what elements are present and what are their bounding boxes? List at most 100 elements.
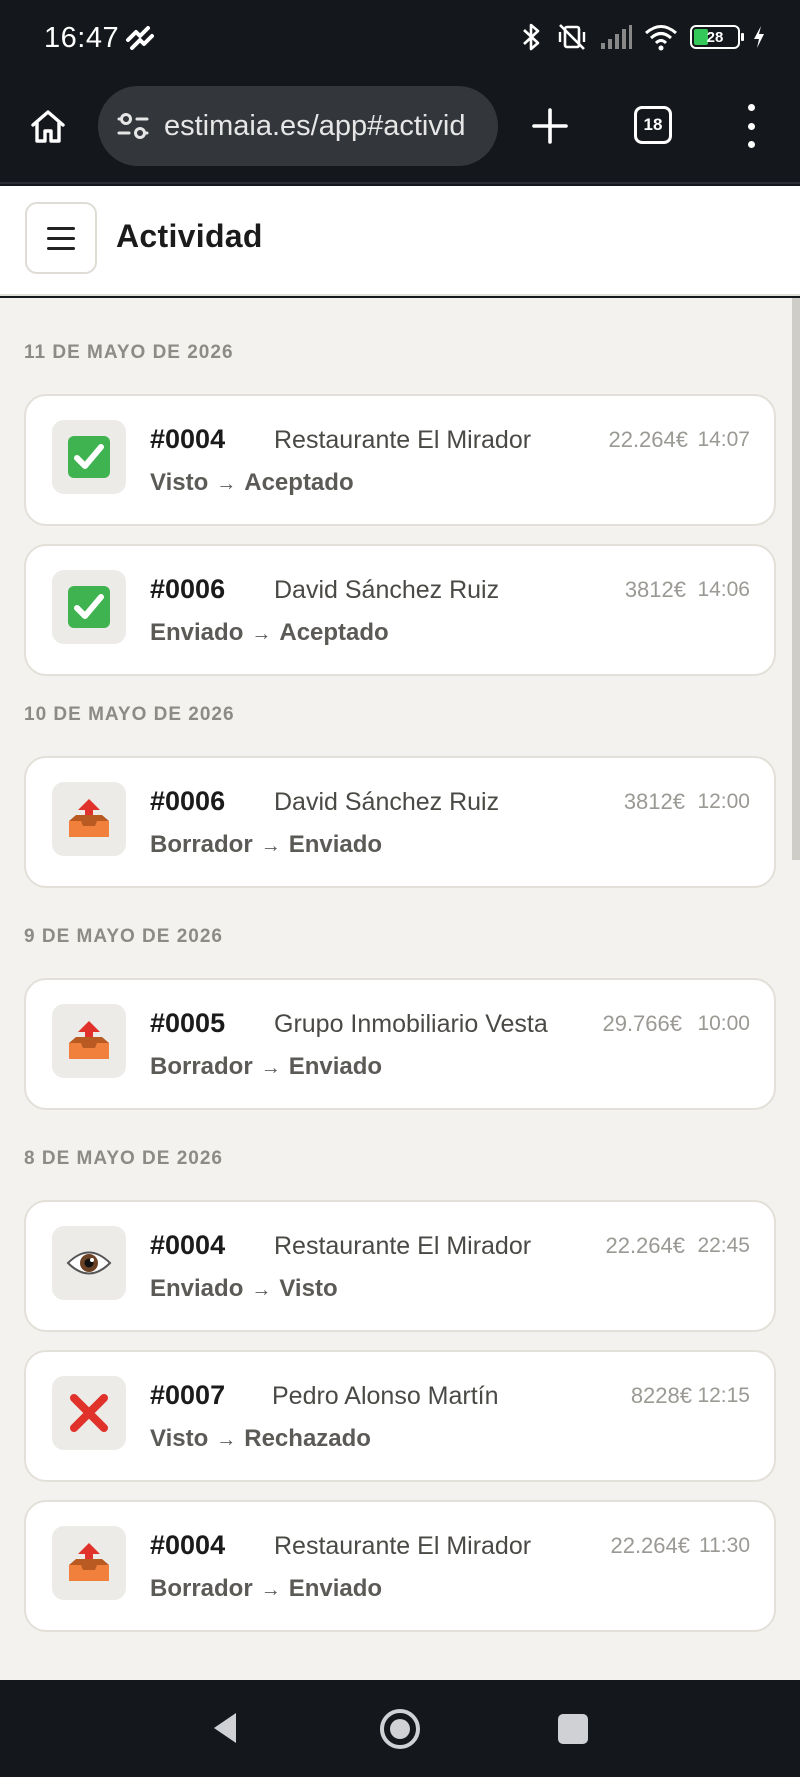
activity-time: 11:30 <box>699 1534 750 1557</box>
status-bar: 16:47 28 <box>0 0 800 80</box>
arrow-icon: → <box>216 1429 237 1451</box>
check-mark-icon <box>52 420 126 494</box>
status-to: Rechazado <box>244 1425 371 1452</box>
arrow-icon: → <box>251 623 272 645</box>
activity-card[interactable]: #0005 Grupo Inmobiliario Vesta 29.766€ 10:0… <box>24 978 776 1110</box>
browser-toolbar: estimaia.es/app#activid 18 <box>0 80 800 184</box>
estimate-number: #0005 <box>150 1008 226 1038</box>
home-nav-icon[interactable] <box>379 1708 421 1750</box>
activity-time: 14:07 <box>697 428 750 451</box>
client-name: David Sánchez Ruiz <box>274 788 500 816</box>
status-to: Aceptado <box>244 469 354 496</box>
status-to: Enviado <box>288 1053 383 1080</box>
arrow-icon: → <box>260 1579 281 1601</box>
arrow-icon: → <box>260 835 281 857</box>
status-transition: Visto → Rechazado <box>150 1425 371 1453</box>
outbox-tray-icon <box>52 1004 126 1078</box>
activity-card[interactable]: #0004 Restaurante El Mirador 22.264€ 14:07 V… <box>24 394 776 526</box>
status-from: Borrador <box>150 1053 253 1080</box>
recent-apps-icon[interactable] <box>558 1714 588 1744</box>
battery-level: 28 <box>706 28 724 46</box>
estimate-number: #0007 <box>150 1380 226 1410</box>
activity-card[interactable]: #0004 Restaurante El Mirador 22.264€ 22:45 E… <box>24 1200 776 1332</box>
estimate-number: #0006 <box>150 786 226 816</box>
client-name: Pedro Alonso Martín <box>272 1382 499 1410</box>
outbox-tray-icon <box>52 782 126 856</box>
estimate-amount: 22.264€ <box>605 1233 685 1258</box>
status-from: Enviado <box>150 619 244 646</box>
estimate-number: #0004 <box>150 1530 226 1560</box>
bluetooth-icon <box>523 23 540 51</box>
status-to: Visto <box>279 1275 338 1302</box>
browser-menu-icon[interactable] <box>740 104 762 148</box>
system-nav-bar <box>0 1680 800 1777</box>
eye-icon <box>52 1226 126 1300</box>
client-name: Restaurante El Mirador <box>274 1532 532 1560</box>
status-from: Visto <box>150 1425 209 1452</box>
estimate-amount: 8228€ <box>630 1383 692 1408</box>
estimate-number: #0006 <box>150 574 226 604</box>
app-header: Actividad <box>0 186 800 296</box>
activity-card[interactable]: #0007 Pedro Alonso Martín 8228€ 12:15 Visto →… <box>24 1350 776 1482</box>
status-from: Enviado <box>150 1275 244 1302</box>
estimate-amount: 29.766€ <box>602 1011 682 1036</box>
date-group-label: 8 DE MAYO DE 2026 <box>24 1148 223 1169</box>
tab-count: 18 <box>643 115 663 134</box>
estimate-amount: 22.264€ <box>608 427 688 452</box>
client-name: Grupo Inmobiliario Vesta <box>274 1010 548 1038</box>
vibrate-off-icon <box>558 24 586 50</box>
status-transition: Visto → Aceptado <box>150 469 354 497</box>
estimate-amount: 22.264€ <box>610 1533 690 1558</box>
activity-time: 10:00 <box>697 1012 750 1035</box>
estimate-number: #0004 <box>150 1230 226 1260</box>
new-tab-icon[interactable] <box>530 106 570 146</box>
estimate-amount: 3812€ <box>624 577 686 602</box>
scrollbar-thumb[interactable] <box>792 298 800 860</box>
home-icon[interactable] <box>28 106 68 146</box>
client-name: Restaurante El Mirador <box>274 426 532 454</box>
status-to: Aceptado <box>279 619 389 646</box>
activity-card[interactable]: #0006 David Sánchez Ruiz 3812€ 12:00 Borrado… <box>24 756 776 888</box>
arrow-icon: → <box>216 473 237 495</box>
status-transition: Enviado → Visto <box>150 1275 338 1303</box>
status-time: 16:47 <box>44 22 120 54</box>
activity-card[interactable]: #0006 David Sánchez Ruiz 3812€ 14:06 Enviado… <box>24 544 776 676</box>
url-text[interactable]: estimaia.es/app#activid <box>164 110 465 143</box>
activity-time: 22:45 <box>697 1234 750 1257</box>
status-to: Enviado <box>288 831 383 858</box>
check-mark-icon <box>52 570 126 644</box>
arrow-icon: → <box>260 1057 281 1079</box>
status-transition: Borrador → Enviado <box>150 1575 382 1603</box>
activity-time: 12:15 <box>697 1384 750 1407</box>
wifi-icon <box>645 25 677 51</box>
status-from: Borrador <box>150 831 253 858</box>
status-from: Borrador <box>150 1575 253 1602</box>
page-title: Actividad <box>116 218 263 254</box>
back-icon[interactable] <box>210 1710 240 1746</box>
status-to: Enviado <box>288 1575 383 1602</box>
status-transition: Enviado → Aceptado <box>150 619 389 647</box>
activity-time: 12:00 <box>697 790 750 813</box>
client-name: Restaurante El Mirador <box>274 1232 532 1260</box>
status-transition: Borrador → Enviado <box>150 1053 382 1081</box>
client-name: David Sánchez Ruiz <box>274 576 500 604</box>
date-group-label: 9 DE MAYO DE 2026 <box>24 926 223 947</box>
site-settings-icon[interactable] <box>116 109 150 143</box>
date-group-label: 11 DE MAYO DE 2026 <box>24 342 234 363</box>
signal-icon <box>601 25 632 49</box>
status-from: Visto <box>150 469 209 496</box>
outbox-tray-icon <box>52 1526 126 1600</box>
battery-icon: 28 <box>690 25 744 49</box>
charging-icon <box>754 26 764 48</box>
estimate-number: #0004 <box>150 424 226 454</box>
tab-switcher-button[interactable]: 18 <box>634 106 672 144</box>
menu-button[interactable] <box>25 202 97 274</box>
scrollbar[interactable] <box>792 298 800 1680</box>
estimate-amount: 3812€ <box>623 789 685 814</box>
activity-card[interactable]: #0004 Restaurante El Mirador 22.264€ 11:30 B… <box>24 1500 776 1632</box>
address-bar[interactable]: estimaia.es/app#activid <box>98 86 498 166</box>
arrow-icon: → <box>251 1279 272 1301</box>
activity-time: 14:06 <box>697 578 750 601</box>
activity-feed[interactable]: 11 DE MAYO DE 2026 #0004 Restaurante El Mi… <box>0 298 800 1680</box>
app-notification-icon <box>126 26 154 50</box>
